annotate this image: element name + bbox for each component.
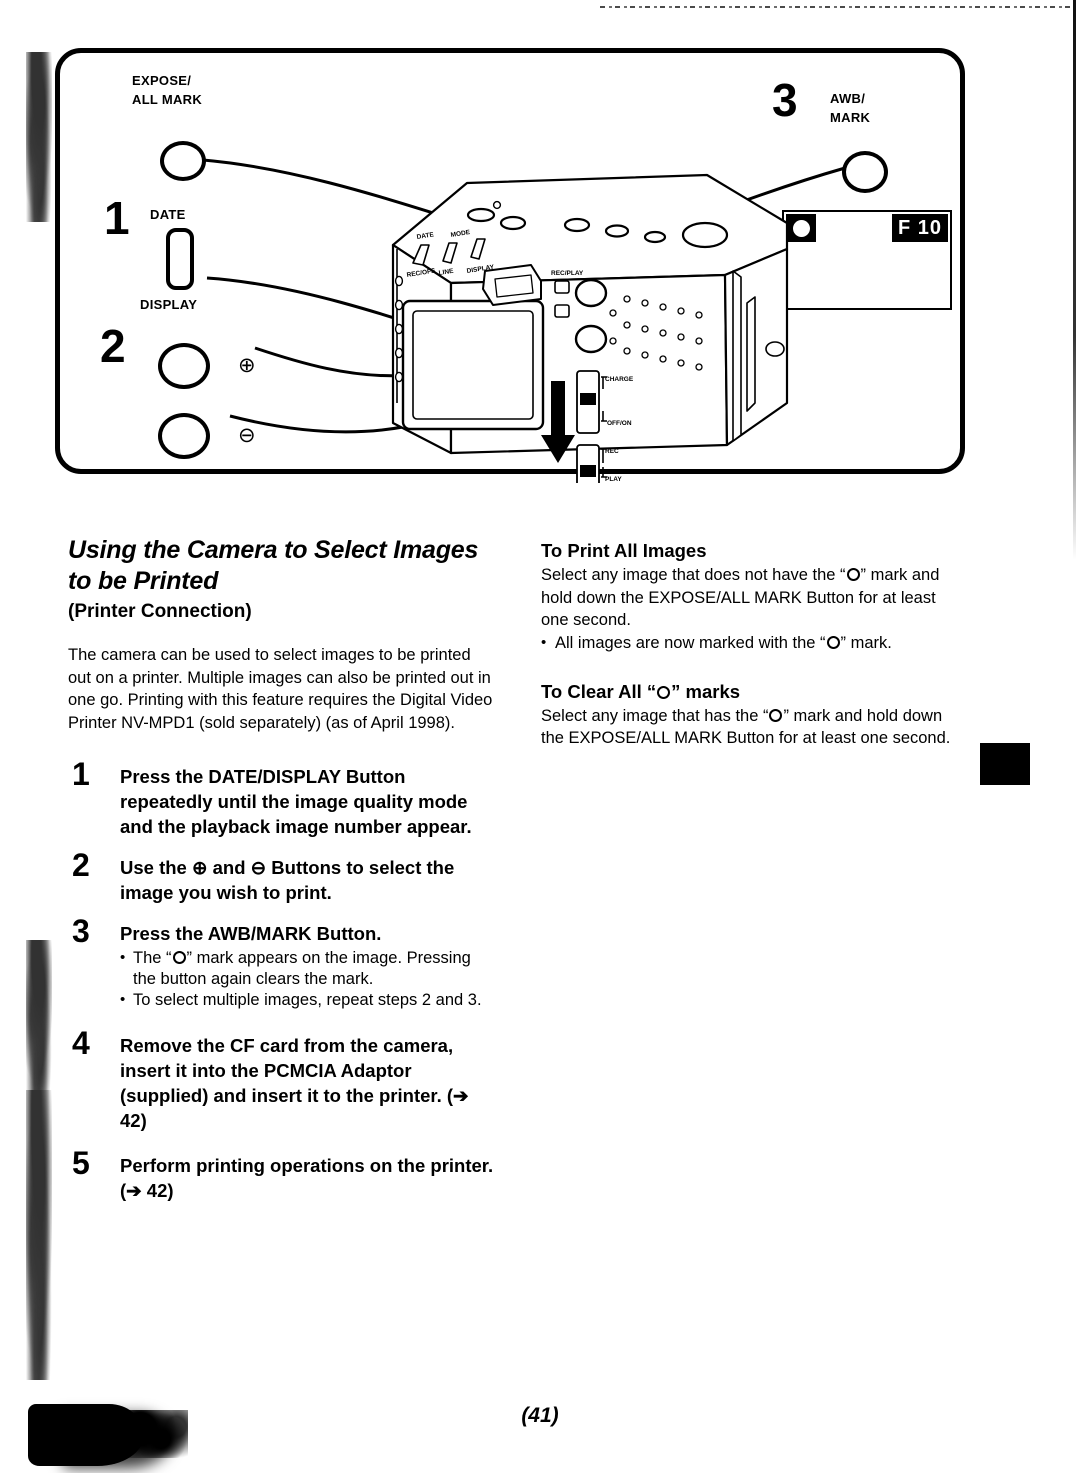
svg-text:PLAY: PLAY bbox=[605, 476, 622, 483]
step-text-3: Press the AWB/MARK Button. bbox=[120, 923, 382, 944]
expose-all-mark-button[interactable] bbox=[160, 141, 206, 181]
awb-mark-button[interactable] bbox=[842, 151, 888, 193]
minus-icon: ⊖ bbox=[250, 857, 267, 878]
svg-text:CHARGE: CHARGE bbox=[605, 376, 634, 383]
scan-artifact-speckle-lower bbox=[26, 1090, 52, 1380]
svg-text:OFF/ON: OFF/ON bbox=[607, 420, 632, 427]
figure-label-display: DISPLAY bbox=[140, 297, 198, 312]
bullet-item: All images are now marked with the “” ma… bbox=[541, 632, 961, 654]
step-number-5: 5 bbox=[72, 1145, 90, 1181]
lcd-display: F 10 bbox=[782, 210, 952, 310]
step-number-2: 2 bbox=[72, 847, 90, 883]
scan-artifact-speckle-upper bbox=[26, 52, 52, 222]
step2-text-before: Use the bbox=[120, 857, 192, 878]
instruction-step-1: 1 Press the DATE/DISPLAY Button repeated… bbox=[68, 758, 498, 839]
scan-artifact-right-edge bbox=[1073, 0, 1076, 560]
page-subtitle: (Printer Connection) bbox=[68, 601, 252, 622]
page-number: (41) bbox=[521, 1404, 559, 1427]
o-mark-icon bbox=[826, 635, 840, 649]
step-number-1: 1 bbox=[72, 756, 90, 792]
plus-button[interactable] bbox=[158, 343, 210, 389]
section-body-print-all: Select any image that does not have the … bbox=[541, 566, 940, 629]
instruction-step-5: 5 Perform printing operations on the pri… bbox=[68, 1147, 498, 1203]
section-heading-print-all: To Print All Images bbox=[541, 540, 707, 561]
intro-paragraph: The camera can be used to select images … bbox=[68, 646, 493, 732]
step-number-3: 3 bbox=[72, 913, 90, 949]
scan-artifact-top-line bbox=[600, 6, 1070, 8]
left-text-column: Using the Camera to Select Images to be … bbox=[68, 535, 498, 1203]
svg-text:REC/PLAY: REC/PLAY bbox=[551, 270, 584, 277]
figure-step-number-1: 1 bbox=[104, 192, 130, 244]
section-heading-clear-all: To Clear All “” marks bbox=[541, 680, 741, 702]
right-text-column: To Print All Images Select any image tha… bbox=[541, 539, 961, 750]
o-mark-icon bbox=[172, 951, 186, 964]
step-text-4: Remove the CF card from the camera, inse… bbox=[120, 1035, 469, 1131]
page-title: Using the Camera to Select Images to be … bbox=[68, 536, 479, 595]
figure-step-number-3: 3 bbox=[772, 74, 798, 126]
o-mark-icon bbox=[769, 708, 783, 722]
figure-label-expose-all-mark: EXPOSE/ ALL MARK bbox=[132, 73, 203, 107]
manual-page: EXPOSE/ ALL MARK 1 DATE DISPLAY 2 ⊕ ⊖ 3 … bbox=[0, 0, 1080, 1473]
bullet-item: To select multiple images, repeat steps … bbox=[120, 989, 498, 1011]
minus-icon: ⊖ bbox=[238, 424, 256, 447]
svg-text:REC: REC bbox=[605, 448, 619, 455]
step-3-bullets: The “” mark appears on the image. Pressi… bbox=[120, 947, 498, 1011]
step-text-5: Perform printing operations on the print… bbox=[120, 1155, 494, 1201]
figure-label-awb-mark: AWB/ MARK bbox=[830, 91, 871, 125]
step-text-1: Press the DATE/DISPLAY Button repeatedly… bbox=[120, 766, 472, 837]
instruction-step-4: 4 Remove the CF card from the camera, in… bbox=[68, 1027, 498, 1133]
plus-icon: ⊕ bbox=[191, 857, 208, 878]
figure-panel: EXPOSE/ ALL MARK 1 DATE DISPLAY 2 ⊕ ⊖ 3 … bbox=[55, 48, 965, 483]
plus-icon: ⊕ bbox=[238, 354, 256, 377]
step2-text-mid: and bbox=[207, 857, 251, 878]
date-display-button[interactable] bbox=[166, 228, 194, 290]
minus-button[interactable] bbox=[158, 413, 210, 459]
o-mark-icon bbox=[846, 568, 860, 581]
step-text-2: Use the ⊕ and ⊖ Buttons to select the im… bbox=[120, 855, 498, 905]
step-number-4: 4 bbox=[72, 1025, 90, 1061]
o-mark-icon bbox=[657, 685, 671, 699]
lcd-quality-and-number: F 10 bbox=[891, 214, 948, 242]
instruction-step-3: 3 Press the AWB/MARK Button. The “” mark… bbox=[68, 915, 498, 1011]
bullet-item: The “” mark appears on the image. Pressi… bbox=[120, 947, 498, 990]
camera-illustration: REC/PLAY CHARGE OFF/ON REC PLAY REC/OFS … bbox=[391, 173, 789, 483]
section-body-clear-all: Select any image that has the “” mark an… bbox=[541, 706, 951, 748]
figure-step-number-2: 2 bbox=[100, 320, 126, 372]
chapter-tab-marker bbox=[980, 743, 1030, 785]
figure-label-date: DATE bbox=[150, 207, 186, 222]
scan-artifact-speckle-mid bbox=[26, 940, 52, 1090]
instruction-step-2: 2 Use the ⊕ and ⊖ Buttons to select the … bbox=[68, 849, 498, 905]
